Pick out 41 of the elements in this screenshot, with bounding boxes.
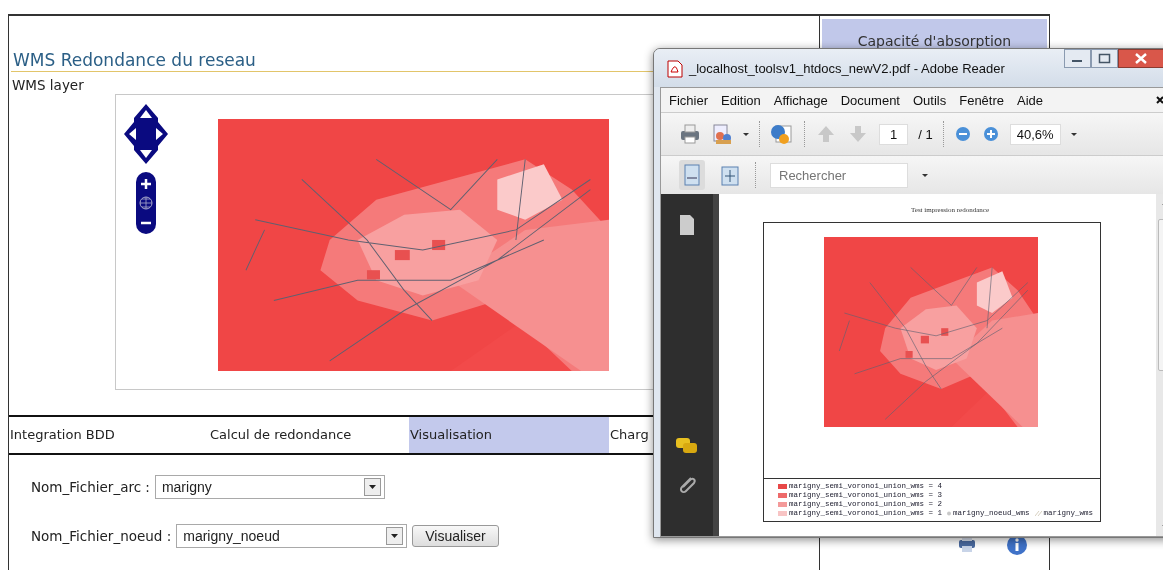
menu-item[interactable]: Fichier	[669, 92, 708, 108]
search-field[interactable]: Rechercher	[770, 162, 908, 188]
tab[interactable]: Calcul de redondance	[209, 417, 409, 453]
fit-width-icon[interactable]	[679, 160, 705, 190]
caret-icon	[368, 485, 376, 489]
zoom-field[interactable]: 40,6%	[1009, 123, 1061, 145]
close-button[interactable]	[1118, 49, 1163, 68]
tab[interactable]: Visualisation	[409, 417, 609, 453]
close-icon[interactable]	[1156, 96, 1163, 104]
page-number-field[interactable]: 1	[879, 123, 909, 145]
caret-icon[interactable]	[922, 173, 928, 177]
caret-icon	[391, 534, 399, 538]
caret-icon[interactable]	[743, 132, 749, 136]
zoom-out-icon[interactable]	[953, 125, 972, 143]
tab[interactable]: Integration BDD	[9, 417, 209, 453]
layer-label: WMS layer	[12, 76, 85, 94]
zoom-in-icon[interactable]	[981, 125, 1000, 143]
minimize-button[interactable]	[1064, 49, 1091, 68]
menu-item[interactable]: Edition	[721, 92, 761, 108]
page-total: / 1	[918, 126, 933, 142]
tab[interactable]: Charg	[609, 417, 649, 453]
pdf-file-icon	[666, 58, 683, 78]
caret-icon[interactable]	[1070, 132, 1077, 136]
select-field[interactable]: marigny_noeud	[176, 524, 408, 548]
menu-item[interactable]: Aide	[1017, 92, 1044, 108]
printer-icon[interactable]	[679, 123, 701, 145]
comments-icon[interactable]	[675, 436, 699, 456]
visualize-button[interactable]: Visualiser	[412, 525, 499, 547]
select-field[interactable]: marigny	[154, 475, 385, 499]
maximize-button[interactable]	[1091, 49, 1118, 68]
menu-item[interactable]: Affichage	[773, 92, 828, 108]
menu-item[interactable]: Fenêtre	[959, 92, 1005, 108]
field-label: Nom_Fichier_arc :	[31, 479, 150, 495]
field-label: Nom_Fichier_noeud :	[31, 528, 172, 544]
document-icon[interactable]	[677, 214, 697, 236]
fit-page-icon[interactable]	[719, 164, 741, 186]
menu-item[interactable]: Outils	[913, 92, 947, 108]
pan-control[interactable]	[124, 102, 168, 166]
zoom-bar[interactable]	[136, 172, 156, 234]
menu-item[interactable]: Document	[840, 92, 900, 108]
page-title: WMS Redondance du reseau	[13, 49, 256, 71]
